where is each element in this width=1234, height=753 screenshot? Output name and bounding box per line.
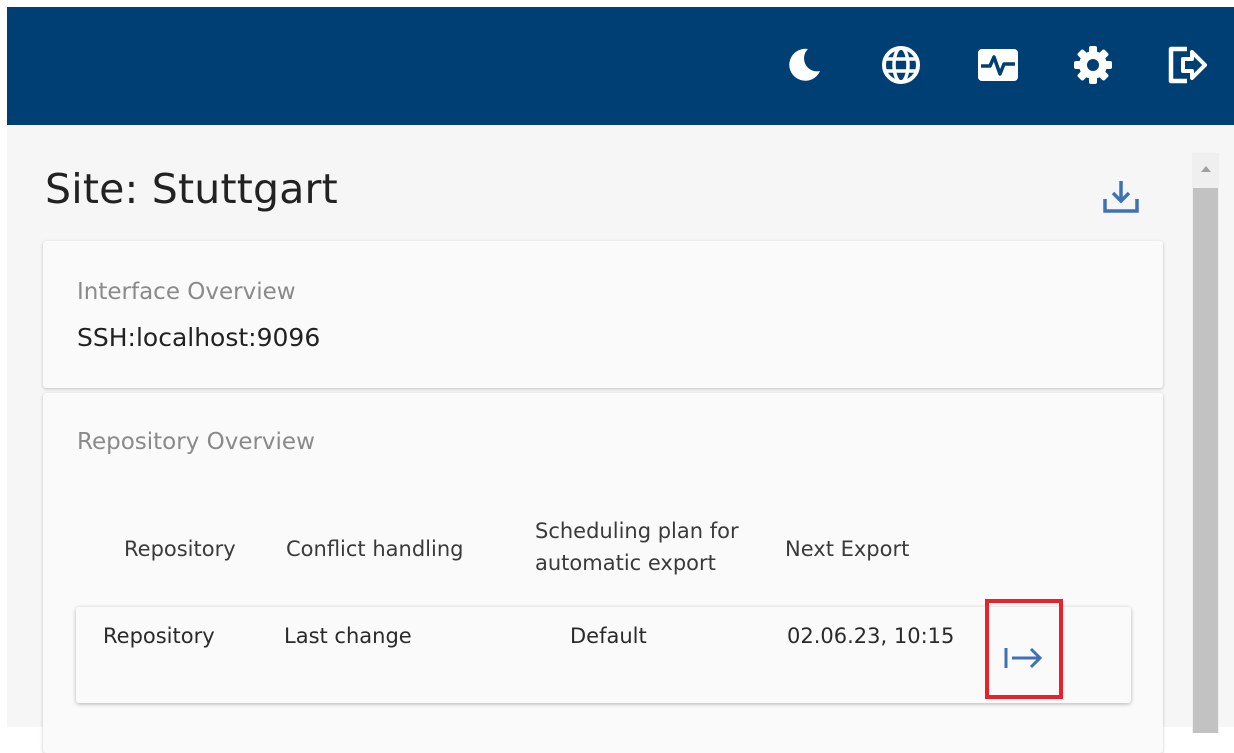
gear-icon (1074, 46, 1112, 84)
language-button[interactable] (879, 43, 923, 87)
page-title: Site: Stuttgart (45, 165, 338, 213)
globe-icon (882, 46, 920, 84)
cell-repository: Repository (103, 624, 215, 648)
monitoring-button[interactable] (976, 43, 1020, 87)
column-header-next-export: Next Export (785, 537, 910, 561)
cell-conflict-handling: Last change (284, 624, 412, 648)
vertical-scrollbar[interactable] (1192, 153, 1219, 733)
interface-overview-card: Interface Overview SSH:localhost:9096 (43, 241, 1163, 388)
column-header-repository: Repository (124, 537, 236, 561)
activity-monitor-icon (978, 49, 1018, 81)
scroll-thumb[interactable] (1193, 188, 1218, 733)
settings-button[interactable] (1071, 43, 1115, 87)
table-row[interactable]: Repository Last change Default 02.06.23,… (76, 599, 1131, 703)
interface-overview-label: Interface Overview (77, 279, 296, 305)
repository-overview-label: Repository Overview (77, 429, 315, 455)
caret-up-icon (1200, 166, 1211, 172)
logout-icon (1168, 46, 1207, 84)
column-header-scheduling-plan: Scheduling plan for automatic export (535, 519, 739, 575)
column-header-conflict-handling: Conflict handling (286, 537, 464, 561)
interface-overview-value: SSH:localhost:9096 (77, 323, 321, 352)
cell-scheduling-plan: Default (570, 624, 647, 648)
logout-button[interactable] (1165, 43, 1209, 87)
download-icon (1103, 181, 1139, 213)
cell-next-export: 02.06.23, 10:15 (787, 624, 955, 648)
download-button[interactable] (1099, 175, 1143, 219)
export-now-button[interactable] (985, 599, 1063, 699)
repository-overview-card: Repository Overview Repository Conflict … (43, 393, 1163, 753)
export-arrow-icon (1004, 647, 1043, 669)
top-bar (7, 7, 1234, 125)
moon-icon (789, 48, 820, 81)
scroll-up-button[interactable] (1192, 161, 1219, 177)
dark-mode-toggle[interactable] (782, 43, 826, 87)
main-content: Site: Stuttgart Interface Overview SSH:l… (7, 125, 1234, 753)
